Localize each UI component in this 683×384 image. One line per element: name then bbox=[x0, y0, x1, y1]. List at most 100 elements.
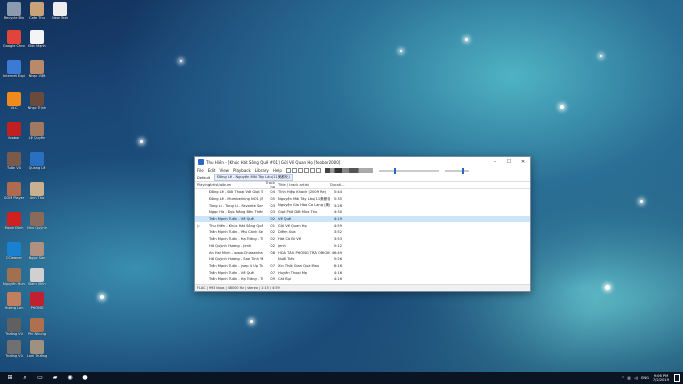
playlist-row[interactable]: Trần Mạnh Tuấn - Hạ Trắng - Tiền ... 02Há… bbox=[195, 236, 530, 243]
desktop-icon[interactable]: Tuấn Vũ bbox=[3, 152, 25, 170]
chrome-taskbar-icon[interactable]: ● bbox=[80, 374, 90, 382]
maximize-button[interactable]: ☐ bbox=[502, 157, 516, 167]
desktop-icon[interactable]: CCleaner bbox=[3, 242, 25, 260]
desktop-icon[interactable]: Cafe Thu bbox=[26, 2, 48, 20]
desktop-icon[interactable]: Mạnh Đình bbox=[3, 212, 25, 230]
row-track-no: 03 bbox=[270, 203, 275, 208]
file-explorer-icon[interactable]: ▰ bbox=[50, 374, 60, 382]
network-icon[interactable]: ▥ bbox=[628, 376, 631, 380]
col-title[interactable]: Title / track artist bbox=[278, 183, 330, 187]
task-view-icon[interactable]: ▭ bbox=[35, 374, 45, 382]
close-button[interactable]: ✕ bbox=[516, 157, 530, 167]
row-title: Nguyện Mãi Tây Lâu(11美都化) bbox=[278, 196, 330, 201]
playlist-row[interactable]: Trần Mạnh Tuấn - Yêu Cánh Sen... 02 Diễm X… bbox=[195, 229, 530, 236]
desktop-icon[interactable]: GOM Player bbox=[3, 182, 25, 200]
desktop-icon[interactable]: Google Chrome bbox=[3, 30, 25, 48]
foobar-window[interactable]: Thu Hiền - [Khúc Hát Sông Quê #01] Gửi V… bbox=[194, 156, 531, 292]
random-button[interactable] bbox=[315, 168, 321, 173]
desktop-icon[interactable]: Nhạc Trịnh bbox=[26, 92, 48, 110]
desktop-icon[interactable]: Như Quỳnh bbox=[26, 212, 48, 230]
row-artist: Trần Mạnh Tuấn - Về Quê bbox=[209, 217, 254, 222]
volume-slider[interactable] bbox=[444, 167, 469, 174]
desktop-icon-image bbox=[7, 152, 21, 166]
desktop-icon[interactable]: Trường Vũ bbox=[3, 318, 25, 336]
playlist-row[interactable]: ▷ Thu Hiền - Khúc Hát Sông Quê 01 Gửi Về Qu… bbox=[195, 222, 530, 229]
desktop-icon-label: Nhạc Trịnh bbox=[27, 106, 47, 110]
desktop-icon[interactable]: VLC bbox=[3, 92, 25, 110]
star bbox=[560, 105, 564, 109]
playlist-row[interactable]: Ngọc Hà - Đọc Nắng Bên Thềm (T... 03Giọt … bbox=[195, 209, 530, 216]
desktop-icon-image bbox=[30, 152, 44, 166]
tab-playlist[interactable]: Đông Lê - Nguyện Mãi Tây Lâu(11美都化) bbox=[214, 174, 293, 181]
col-duration[interactable]: Durati... bbox=[330, 183, 345, 187]
desktop-icon[interactable]: Lệ Quyên bbox=[26, 122, 48, 140]
start-button[interactable]: ⊞ bbox=[5, 374, 15, 382]
desktop-icon-label: Lệ Quyên bbox=[28, 136, 46, 140]
desktop-icon[interactable]: Ngọc Sơn bbox=[26, 242, 48, 260]
desktop-icon[interactable]: Đức Mạnh bbox=[26, 30, 48, 48]
col-artist[interactable]: Artist/album bbox=[209, 183, 263, 187]
foobar-taskbar-icon[interactable]: ◉ bbox=[65, 374, 75, 382]
menu-playback[interactable]: Playback bbox=[233, 168, 251, 173]
menu-library[interactable]: Library bbox=[255, 168, 269, 173]
col-playing[interactable]: Playing bbox=[195, 183, 210, 187]
stop-button[interactable] bbox=[285, 168, 291, 173]
playlist-row[interactable]: Trần Mạnh Tuấn - Về Quê 02 Về Quê 4:19 bbox=[195, 215, 530, 223]
desktop-icon-image bbox=[7, 340, 21, 354]
row-duration: 4:19 bbox=[333, 217, 342, 222]
tray-chevron-icon[interactable]: ^ bbox=[622, 376, 625, 380]
seek-thumb[interactable] bbox=[393, 167, 396, 174]
desktop-icon[interactable]: Hương Lan bbox=[3, 292, 25, 310]
row-duration: 6:16 bbox=[333, 263, 342, 268]
desktop-icon[interactable]: Recycle Bin bbox=[3, 2, 25, 20]
desktop-icon[interactable]: Quang Lê bbox=[26, 152, 48, 170]
playlist-row[interactable]: An Hai Minh - www.Chiasenhac.c... 08HÒA T… bbox=[195, 249, 530, 256]
minimize-button[interactable]: – bbox=[488, 157, 502, 167]
row-duration: 4:30 bbox=[333, 210, 342, 215]
menu-file[interactable]: File bbox=[197, 168, 204, 173]
row-title: Hát Cò Đi Về bbox=[278, 237, 301, 242]
menu-edit[interactable]: Edit bbox=[208, 168, 216, 173]
search-icon[interactable]: ⌕ bbox=[20, 374, 30, 382]
playlist-row[interactable]: Trần Mạnh Tuấn - (sep 4 Up Tiền'... 07Xin… bbox=[195, 263, 530, 270]
tab-default[interactable]: Default bbox=[197, 176, 210, 180]
desktop-icon-image bbox=[53, 2, 67, 16]
playlist-row[interactable]: Hồ Quỳnh Hương - Sao Tình Yêu Nuối Tiếc 5:… bbox=[195, 256, 530, 263]
previous-button[interactable] bbox=[303, 168, 309, 173]
desktop-icon[interactable]: Nguyễn Hưng bbox=[3, 268, 25, 286]
volume-icon[interactable]: ◁) bbox=[634, 376, 638, 380]
desktop-icon[interactable]: Trường Vũ bbox=[3, 340, 25, 358]
playlist-row[interactable]: Hồ Quỳnh Hương - Jenh 02 Jenh 5:12 bbox=[195, 243, 530, 250]
row-title: Tình Hiệp Khách (2009 Re) bbox=[278, 190, 327, 195]
desktop-icon-image bbox=[7, 182, 21, 196]
desktop-icon[interactable]: Anh Thơ bbox=[26, 182, 48, 200]
volume-thumb[interactable] bbox=[461, 167, 464, 174]
desktop-icon[interactable]: Phi Nhung bbox=[26, 318, 48, 336]
menu-help[interactable]: Help bbox=[273, 168, 282, 173]
desktop-icon-image bbox=[7, 60, 21, 74]
playlist-row[interactable]: Đông Lê - Mumberking NO1 (Bộ... 05Nguyện … bbox=[195, 196, 530, 203]
language-indicator[interactable]: ENG bbox=[641, 376, 649, 380]
notification-icon[interactable] bbox=[674, 374, 680, 382]
next-button[interactable] bbox=[309, 168, 315, 173]
seek-bar[interactable] bbox=[378, 167, 439, 174]
playlist-row[interactable]: Trần Mạnh Tuấn - Về Quê 07 Huyền Thoại Mẹ 4… bbox=[195, 269, 530, 276]
desktop-icon[interactable]: PHONG bbox=[26, 292, 48, 310]
playlist-row[interactable]: Tùng Li - Tùng Li - Favorite Songs 03 Nguy… bbox=[195, 202, 530, 209]
row-track-no: 04 bbox=[270, 190, 275, 195]
desktop-icon[interactable]: Internet Explorer bbox=[3, 60, 25, 78]
play-button[interactable] bbox=[297, 168, 303, 173]
desktop-icon[interactable]: Lam Trường bbox=[26, 340, 48, 358]
desktop-icon[interactable]: Đàm Vĩnh bbox=[26, 268, 48, 286]
desktop-icon[interactable]: foobar bbox=[3, 122, 25, 140]
playlist-row[interactable]: Đông Lê - Đôi Thoại Với Giọt Trọ... 04Tìn… bbox=[195, 189, 530, 196]
desktop-icon[interactable]: New Text bbox=[49, 2, 71, 20]
clock[interactable]: 9:06 PM 7/2/2019 bbox=[653, 374, 669, 382]
menu-view[interactable]: View bbox=[219, 168, 229, 173]
playlist-row[interactable]: Trần Mạnh Tuấn - Hạ Trắng - Tiền... 09Cát… bbox=[195, 276, 530, 283]
title-bar[interactable]: Thu Hiền - [Khúc Hát Sông Quê #01] Gửi V… bbox=[195, 157, 530, 167]
pause-button[interactable] bbox=[291, 168, 297, 173]
row-track-no: 05 bbox=[270, 197, 275, 202]
col-track[interactable]: Track no bbox=[263, 181, 278, 189]
desktop-icon[interactable]: Nhạc Việt bbox=[26, 60, 48, 78]
